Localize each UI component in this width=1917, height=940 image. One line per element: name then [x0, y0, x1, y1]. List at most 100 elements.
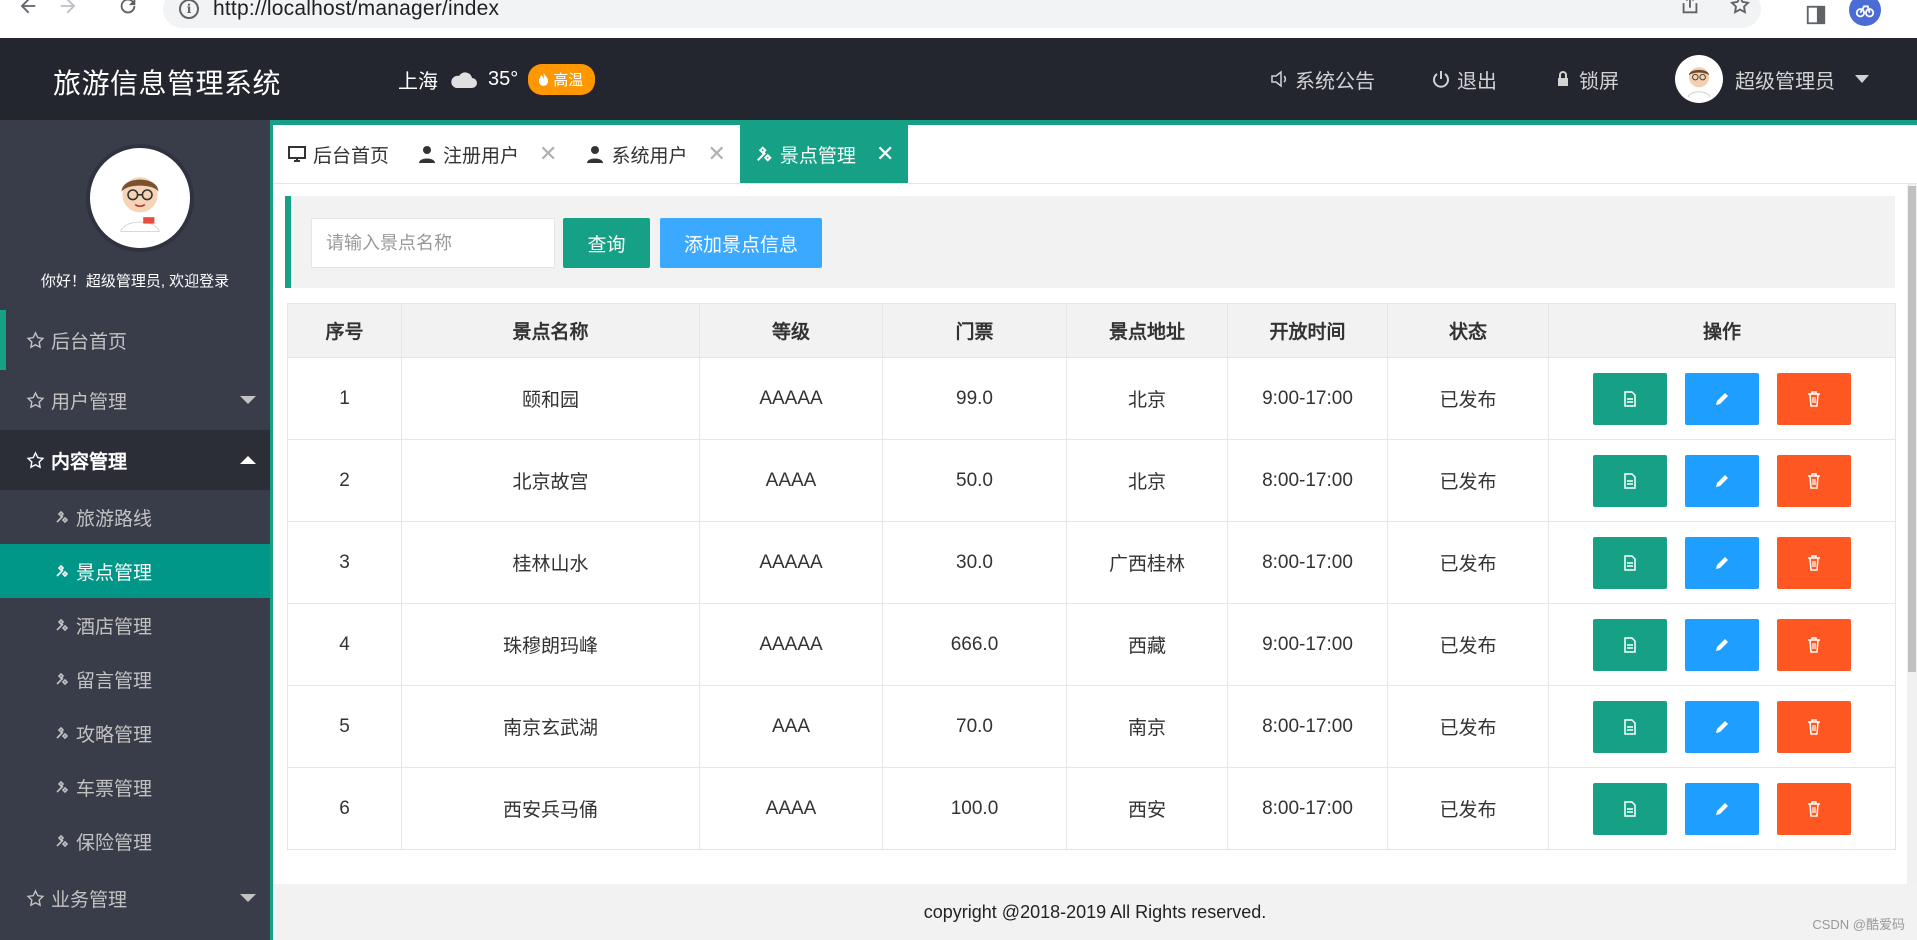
delete-button[interactable] [1777, 782, 1851, 835]
edit-button[interactable] [1685, 372, 1759, 425]
bookmark-star-icon[interactable] [1729, 0, 1751, 16]
announcement-link[interactable]: 系统公告 [1269, 65, 1375, 94]
tab-system-users[interactable]: 系统用户 ✕ [571, 125, 739, 183]
user-icon [587, 146, 604, 163]
sidebar-item-user-management[interactable]: 用户管理 [0, 370, 270, 430]
sidebar-item-business-management[interactable]: 业务管理 [0, 868, 270, 928]
cell-ticket: 100.0 [882, 767, 1067, 850]
detail-button[interactable] [1593, 700, 1667, 753]
sidebar-item-attractions[interactable]: 景点管理 [0, 544, 270, 598]
close-icon[interactable]: ✕ [707, 141, 725, 167]
sidebar-item-label: 留言管理 [76, 670, 153, 692]
user-menu[interactable]: 超级管理员 [1675, 55, 1869, 103]
cell-status: 已发布 [1387, 439, 1549, 522]
browser-profile-icon[interactable] [1849, 0, 1881, 26]
cloud-icon [451, 71, 477, 88]
edit-button[interactable] [1685, 700, 1759, 753]
pencil-icon [1713, 800, 1731, 818]
avatar [1675, 55, 1723, 103]
delete-button[interactable] [1777, 618, 1851, 671]
side-panel-icon[interactable] [1805, 4, 1827, 26]
column-header: 景点名称 [401, 303, 700, 358]
close-icon[interactable]: ✕ [876, 141, 894, 167]
add-attraction-button[interactable]: 添加景点信息 [660, 218, 822, 268]
detail-button[interactable] [1593, 536, 1667, 589]
cell-status: 已发布 [1387, 357, 1549, 440]
address-bar[interactable]: i http://localhost/manager/index [163, 0, 1761, 28]
sidebar-item-insurance[interactable]: 保险管理 [0, 814, 270, 868]
lock-icon [1558, 71, 1568, 86]
sidebar-item-content-management[interactable]: 内容管理 [0, 430, 270, 490]
table-row: 5 南京玄武湖 AAA 70.0 南京 8:00-17:00 已发布 [287, 685, 1896, 768]
lock-screen-link[interactable]: 锁屏 [1553, 65, 1619, 94]
table-body: 1 颐和园 AAAAA 99.0 北京 9:00-17:00 已发布 2 北京故宫 AAAA 50.… [287, 357, 1896, 850]
delete-button[interactable] [1777, 536, 1851, 589]
cell-name: 珠穆朗玛峰 [401, 603, 700, 686]
tab-home[interactable]: 后台首页 [273, 125, 403, 183]
content-submenu: 旅游路线 景点管理 酒店管理 留言管理 攻略管理 车票管理 保险管理 [0, 490, 270, 868]
detail-button[interactable] [1593, 782, 1667, 835]
cell-hours: 8:00-17:00 [1227, 767, 1388, 850]
trash-icon [1805, 718, 1823, 736]
column-header: 等级 [699, 303, 883, 358]
cell-ticket: 50.0 [882, 439, 1067, 522]
footer-copyright: copyright @2018-2019 All Rights reserved… [273, 884, 1917, 940]
edit-button[interactable] [1685, 782, 1759, 835]
cell-ticket: 30.0 [882, 521, 1067, 604]
cell-name: 桂林山水 [401, 521, 700, 604]
reload-icon[interactable] [116, 0, 140, 18]
sidebar-item-tickets[interactable]: 车票管理 [0, 760, 270, 814]
logout-label: 退出 [1457, 70, 1497, 93]
edit-button[interactable] [1685, 536, 1759, 589]
search-input[interactable] [311, 218, 555, 268]
close-icon[interactable]: ✕ [539, 141, 557, 167]
cell-actions [1548, 603, 1896, 686]
star-icon [26, 450, 45, 468]
sidebar-item-label: 业务管理 [51, 889, 128, 911]
trash-icon [1805, 636, 1823, 654]
tab-bar: 后台首页 注册用户 ✕ 系统用户 ✕ 景点管理 ✕ [273, 125, 1917, 184]
star-icon [26, 390, 45, 408]
document-icon [1621, 554, 1639, 572]
back-icon[interactable] [16, 0, 40, 18]
sidebar-item-messages[interactable]: 留言管理 [0, 652, 270, 706]
column-header: 景点地址 [1066, 303, 1228, 358]
logout-link[interactable]: 退出 [1431, 65, 1497, 94]
trash-icon [1805, 472, 1823, 490]
scrollbar-thumb[interactable] [1908, 186, 1916, 672]
edit-button[interactable] [1685, 454, 1759, 507]
cell-status: 已发布 [1387, 603, 1549, 686]
sidebar-item-travel-routes[interactable]: 旅游路线 [0, 490, 270, 544]
cell-address: 西藏 [1066, 603, 1228, 686]
delete-button[interactable] [1777, 454, 1851, 507]
welcome-text: 你好！超级管理员, 欢迎登录 [40, 273, 230, 290]
trash-icon [1805, 800, 1823, 818]
detail-button[interactable] [1593, 454, 1667, 507]
column-header: 状态 [1387, 303, 1549, 358]
app-header: 旅游信息管理系统 上海 35° 高温 系统公告 退出 锁屏 超级管理员 [0, 38, 1917, 120]
scrollbar[interactable] [1907, 184, 1917, 884]
detail-button[interactable] [1593, 618, 1667, 671]
cell-index: 6 [287, 767, 402, 850]
detail-button[interactable] [1593, 372, 1667, 425]
cell-index: 3 [287, 521, 402, 604]
share-icon[interactable] [1679, 0, 1701, 16]
sidebar-item-label: 后台首页 [51, 331, 128, 353]
high-temperature-label: 高温 [553, 72, 584, 89]
weather-city: 上海 [398, 71, 438, 93]
tab-registered-users[interactable]: 注册用户 ✕ [403, 125, 571, 183]
edit-button[interactable] [1685, 618, 1759, 671]
cell-hours: 8:00-17:00 [1227, 685, 1388, 768]
site-info-icon[interactable]: i [179, 0, 199, 19]
cell-actions [1548, 521, 1896, 604]
query-button[interactable]: 查询 [563, 218, 650, 268]
sidebar-item-guides[interactable]: 攻略管理 [0, 706, 270, 760]
user-name: 超级管理员 [1735, 70, 1835, 93]
forward-icon[interactable] [56, 0, 80, 18]
sidebar-item-hotels[interactable]: 酒店管理 [0, 598, 270, 652]
delete-button[interactable] [1777, 372, 1851, 425]
delete-button[interactable] [1777, 700, 1851, 753]
column-header: 序号 [287, 303, 402, 358]
tab-attractions[interactable]: 景点管理 ✕ [739, 125, 909, 183]
sidebar-item-home[interactable]: 后台首页 [0, 310, 270, 370]
